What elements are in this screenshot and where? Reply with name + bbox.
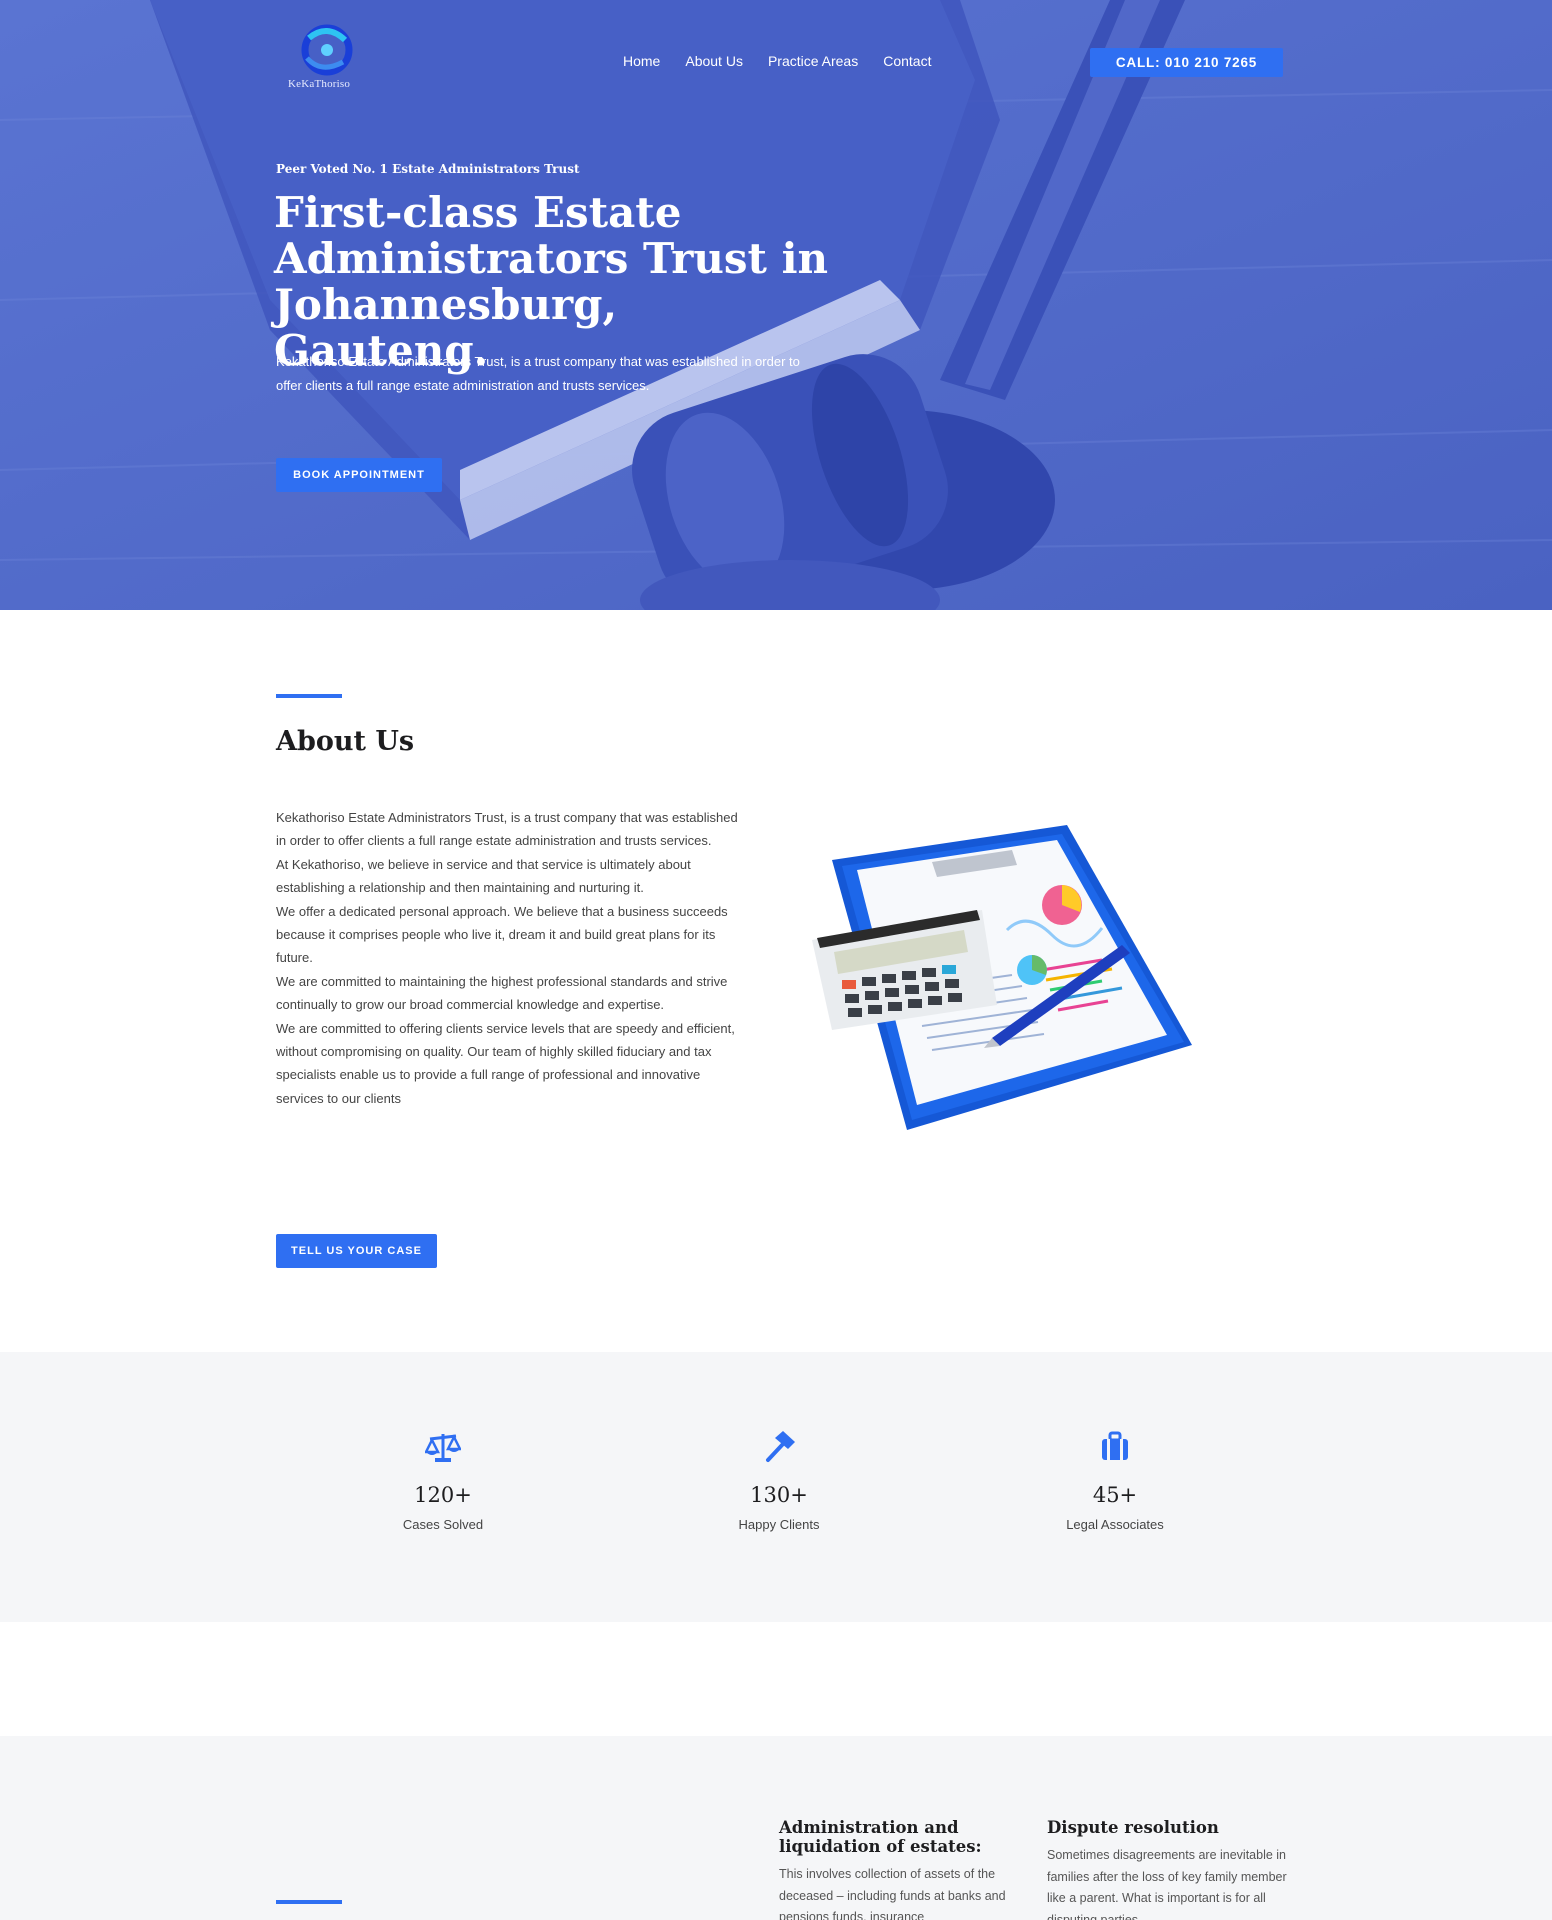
about-paragraph: At Kekathoriso, we believe in service an… xyxy=(276,856,691,896)
practice-item-administration: Administration and liquidation of estate… xyxy=(779,1818,1019,1920)
call-button[interactable]: CALL: 010 210 7265 xyxy=(1090,48,1283,77)
clipboard-calculator-image xyxy=(812,825,1192,1130)
practice-section xyxy=(0,1736,1552,1920)
hero-eyebrow: Peer Voted No. 1 Estate Administrators T… xyxy=(276,162,580,176)
stat-legal-associates: 45+ Legal Associates xyxy=(1015,1430,1215,1532)
nav-home[interactable]: Home xyxy=(623,53,660,69)
practice-item-text: This involves collection of assets of th… xyxy=(779,1867,1006,1920)
stat-cases-solved: 120+ Cases Solved xyxy=(343,1430,543,1532)
tell-us-your-case-button[interactable]: TELL US YOUR CASE xyxy=(276,1234,437,1268)
hero-title: First-class Estate Administrators Trust … xyxy=(274,188,829,375)
book-appointment-button[interactable]: BOOK APPOINTMENT xyxy=(276,458,442,492)
stat-label: Happy Clients xyxy=(738,1517,820,1532)
stat-label: Cases Solved xyxy=(402,1517,484,1532)
practice-accent-rule xyxy=(276,1900,342,1904)
logo-text: KeKaThoriso xyxy=(288,78,351,90)
about-text: Kekathoriso Estate Administrators Trust,… xyxy=(276,806,746,1110)
main-nav: Home About Us Practice Areas Contact xyxy=(623,53,931,69)
hammer-icon xyxy=(766,1431,795,1462)
stat-label: Legal Associates xyxy=(1066,1517,1164,1532)
stat-value: 130+ xyxy=(750,1483,808,1507)
about-paragraph: We are committed to offering clients ser… xyxy=(276,1020,735,1106)
nav-about-us[interactable]: About Us xyxy=(685,53,743,69)
about-title: About Us xyxy=(276,726,415,757)
nav-practice-areas[interactable]: Practice Areas xyxy=(768,53,858,69)
briefcase-icon xyxy=(1102,1431,1128,1460)
practice-item-title: Administration and liquidation of estate… xyxy=(779,1818,982,1856)
about-paragraph: Kekathoriso Estate Administrators Trust,… xyxy=(276,810,738,849)
scales-icon xyxy=(423,1434,463,1462)
stat-happy-clients: 130+ Happy Clients xyxy=(679,1430,879,1532)
stat-value: 120+ xyxy=(414,1483,472,1507)
nav-contact[interactable]: Contact xyxy=(883,53,931,69)
hero-description: Kekathoriso Estate Administrators Trust,… xyxy=(276,354,800,393)
about-paragraph: We are committed to maintaining the high… xyxy=(276,973,728,1013)
about-paragraph: We offer a dedicated personal approach. … xyxy=(276,903,728,966)
practice-item-text: Sometimes disagreements are inevitable i… xyxy=(1047,1848,1287,1920)
about-accent-rule xyxy=(276,694,342,698)
practice-item-dispute-resolution: Dispute resolution Sometimes disagreemen… xyxy=(1047,1818,1287,1920)
hero-section: KeKaThoriso Home About Us Practice Areas… xyxy=(0,0,1552,610)
stat-value: 45+ xyxy=(1092,1483,1138,1507)
practice-item-title: Dispute resolution xyxy=(1047,1818,1219,1837)
